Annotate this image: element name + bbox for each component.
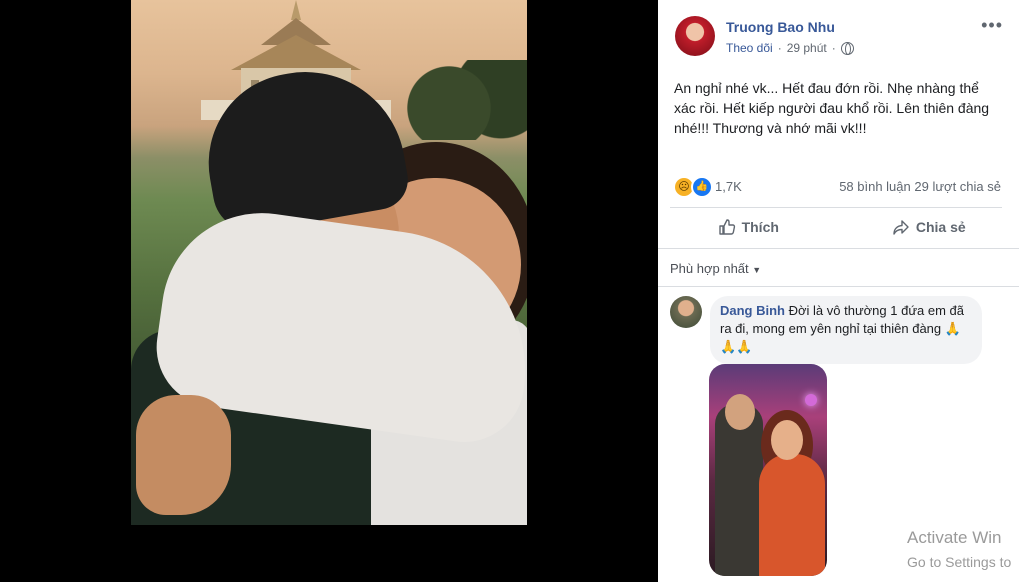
commenter-avatar[interactable] [670,296,702,328]
activate-windows-watermark: Activate Win Go to Settings to [907,526,1011,574]
author-name[interactable]: Truong Bao Nhu [726,19,835,35]
post-photo[interactable] [131,0,527,525]
commenter-name[interactable]: Dang Binh [720,303,785,318]
like-button[interactable]: Thích [658,208,839,246]
globe-icon [840,41,854,55]
chevron-down-icon: ▼ [752,265,762,275]
shares-count[interactable]: 29 lượt chia sẻ [914,179,1001,194]
reaction-count[interactable]: 1,7K [715,179,742,194]
post-header: Truong Bao Nhu Theo dõi · 29 phút · ••• [658,0,1019,64]
action-bar: Thích Chia sẻ [658,208,1019,246]
photo-man-face [725,394,755,430]
share-label: Chia sẻ [915,219,966,235]
post-time[interactable]: 29 phút [787,41,827,55]
comments-count[interactable]: 58 bình luận [839,179,911,194]
like-reaction-icon[interactable]: 👍 [691,176,713,198]
reactions-bar: ☹ 👍 1,7K 58 bình luận 29 lượt chia sẻ [658,170,1019,202]
like-label: Thích [741,219,779,235]
watermark-title: Activate Win [907,528,1002,547]
share-arrow-icon [893,220,909,235]
divider [658,286,1019,287]
watermark-subtitle: Go to Settings to [907,554,1012,570]
comment-bubble: Dang Binh Đời là vô thường 1 đứa em đã r… [710,296,982,364]
photo-viewer [0,0,658,582]
comment-photo[interactable] [709,364,827,576]
photo-woman-body [759,454,825,576]
share-button[interactable]: Chia sẻ [839,208,1019,246]
post-caption: An nghỉ nhé vk... Hết đau đớn rồi. Nhẹ n… [674,80,990,136]
post-stats: 58 bình luận 29 lượt chia sẻ [839,179,1001,194]
trees-graphic [397,60,527,140]
follow-link[interactable]: Theo dõi [726,41,773,55]
thumbs-up-icon [718,219,735,235]
post-panel: Truong Bao Nhu Theo dõi · 29 phút · ••• … [658,0,1019,582]
hand-graphic [136,395,231,515]
meta-separator: · [831,41,836,55]
photo-woman-face [771,420,803,460]
author-avatar[interactable] [675,16,715,56]
comment-sort-label: Phù hợp nhất [670,261,749,276]
more-icon[interactable]: ••• [981,15,1003,36]
post-meta: Theo dõi · 29 phút · [726,41,854,55]
divider [658,248,1019,249]
stage-light [805,394,817,406]
comment-sort-dropdown[interactable]: Phù hợp nhất ▼ [670,261,761,276]
meta-separator: · [777,41,782,55]
